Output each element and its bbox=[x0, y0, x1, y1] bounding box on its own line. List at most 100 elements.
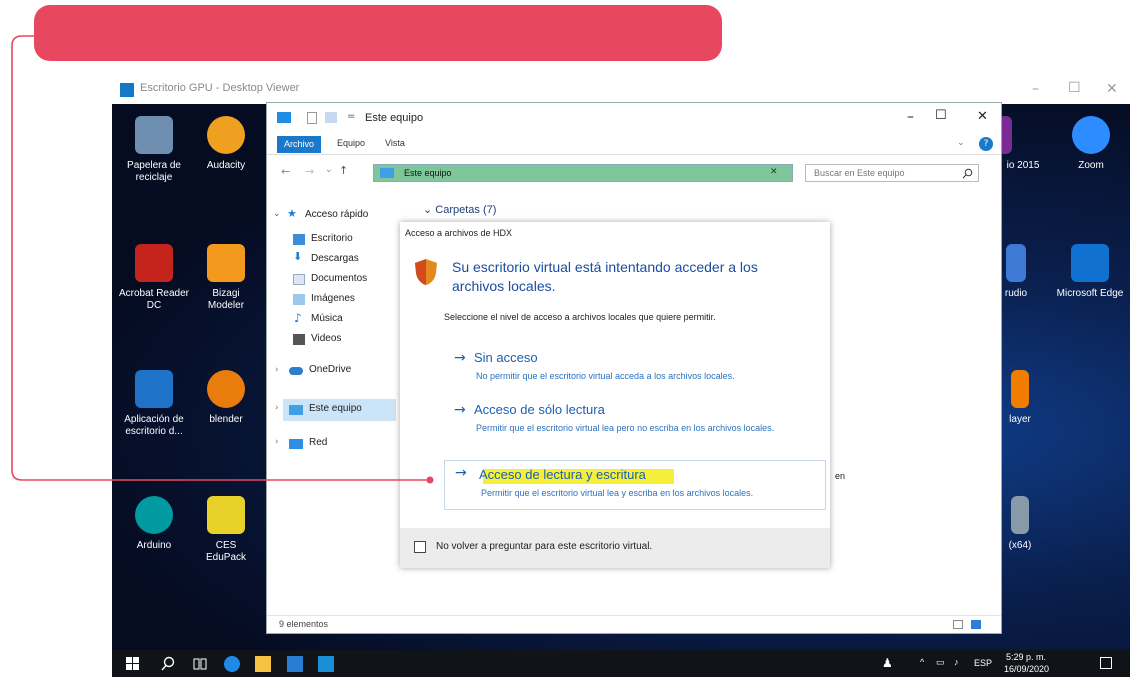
recent-locations-chevron-icon[interactable]: ⌄ bbox=[325, 165, 333, 175]
desktop-icon-aplicacion[interactable]: Aplicación de escritorio d... bbox=[114, 370, 194, 438]
audacity-icon bbox=[207, 116, 245, 154]
expand-chevron-icon[interactable]: › bbox=[275, 403, 279, 413]
nav-imagenes[interactable]: Imágenes bbox=[311, 293, 355, 304]
clock-time[interactable]: 5:29 p. m. bbox=[1006, 652, 1046, 662]
properties-icon[interactable] bbox=[307, 112, 317, 124]
up-arrow-icon[interactable]: ↑ bbox=[339, 164, 348, 177]
nav-escritorio[interactable]: Escritorio bbox=[311, 233, 353, 244]
option-lectura-escritura[interactable]: → Acceso de lectura y escritura Permitir… bbox=[444, 460, 826, 510]
desktop-icon-label: CES EduPack bbox=[205, 540, 247, 563]
option-label: Sin acceso bbox=[474, 350, 538, 365]
nav-musica[interactable]: Música bbox=[311, 313, 343, 324]
file-explorer-taskbar-icon[interactable] bbox=[255, 656, 271, 672]
blender-icon bbox=[207, 370, 245, 408]
desktop-icon-studio[interactable]: rudio bbox=[998, 244, 1034, 300]
desktop-icon-bizagi[interactable]: Bizagi Modeler bbox=[200, 244, 252, 312]
desktop-icon-label: (x64) bbox=[1008, 540, 1032, 551]
taskbar: ♟ ^ ▭ ♪ ESP 5:29 p. m. 16/09/2020 bbox=[112, 650, 1130, 677]
explorer-title-bar: = Este equipo – ☐ ✕ bbox=[267, 103, 1001, 133]
desktop-icon-2015[interactable]: io 2015 bbox=[998, 116, 1048, 172]
store-taskbar-icon[interactable] bbox=[287, 656, 303, 672]
nav-descargas[interactable]: Descargas bbox=[311, 253, 359, 264]
tab-equipo[interactable]: Equipo bbox=[337, 138, 365, 148]
desktop-icon-label: Zoom bbox=[1078, 160, 1104, 171]
chevron-up-icon[interactable]: ^ bbox=[920, 657, 924, 667]
desktop-icon-ces-edupack[interactable]: CES EduPack bbox=[200, 496, 252, 564]
network-icon[interactable]: ▭ bbox=[936, 657, 945, 668]
acrobat-icon bbox=[135, 244, 173, 282]
arrow-right-icon: → bbox=[454, 350, 466, 366]
help-icon[interactable]: ? bbox=[979, 137, 993, 151]
tab-vista[interactable]: Vista bbox=[385, 138, 405, 148]
bizagi-icon bbox=[207, 244, 245, 282]
address-bar[interactable]: Este equipo ✕ bbox=[373, 164, 793, 182]
notifications-icon[interactable] bbox=[1100, 657, 1112, 669]
recycle-bin-icon bbox=[135, 116, 173, 154]
network-icon bbox=[289, 439, 303, 449]
viewer-maximize-button[interactable]: ☐ bbox=[1068, 80, 1081, 96]
nav-documentos[interactable]: Documentos bbox=[311, 273, 367, 284]
new-folder-icon[interactable] bbox=[325, 112, 337, 123]
mail-taskbar-icon[interactable] bbox=[318, 656, 334, 672]
folders-group-header[interactable]: ⌄ Carpetas (7) bbox=[423, 203, 496, 216]
nav-videos[interactable]: Videos bbox=[311, 333, 341, 344]
desktop-folder-icon bbox=[293, 234, 305, 245]
desktop-icon-recycle-bin[interactable]: Papelera de reciclaje bbox=[114, 116, 194, 184]
windows-start-icon[interactable] bbox=[126, 657, 139, 670]
nav-quick-access[interactable]: Acceso rápido bbox=[305, 209, 368, 220]
desktop-icon-label: Audacity bbox=[206, 160, 246, 171]
desktop-icon-acrobat[interactable]: Acrobat Reader DC bbox=[114, 244, 194, 312]
volume-icon[interactable]: ♪ bbox=[954, 657, 959, 667]
arrow-right-icon: → bbox=[454, 402, 466, 418]
explorer-title: Este equipo bbox=[365, 112, 424, 124]
expand-chevron-icon[interactable]: › bbox=[275, 437, 279, 447]
arrow-right-icon: → bbox=[455, 465, 467, 481]
quick-access-toolbar-dropdown-icon[interactable]: = bbox=[347, 111, 355, 122]
tab-archivo[interactable]: Archivo bbox=[277, 136, 321, 153]
nav-red[interactable]: Red bbox=[309, 437, 327, 448]
back-arrow-icon[interactable]: ← bbox=[281, 165, 290, 178]
expand-chevron-icon[interactable]: › bbox=[275, 365, 279, 375]
large-icons-view-icon[interactable] bbox=[971, 620, 981, 629]
desktop-icon-zoom[interactable]: Zoom bbox=[1058, 116, 1124, 172]
explorer-maximize-button[interactable]: ☐ bbox=[935, 108, 947, 123]
desktop-icon-label: layer bbox=[1009, 414, 1031, 425]
ribbon-tabs: Archivo Equipo Vista ⌄ ? bbox=[267, 133, 1001, 155]
people-icon[interactable]: ♟ bbox=[882, 656, 893, 670]
partial-text: en bbox=[835, 471, 846, 481]
folders-group-label: Carpetas (7) bbox=[435, 204, 497, 216]
nav-onedrive[interactable]: OneDrive bbox=[309, 364, 351, 375]
videos-icon bbox=[293, 334, 305, 345]
ribbon-expand-chevron-icon[interactable]: ⌄ bbox=[957, 138, 965, 148]
explorer-close-button[interactable]: ✕ bbox=[977, 109, 988, 124]
language-indicator[interactable]: ESP bbox=[974, 658, 992, 668]
desktop-icon-audacity[interactable]: Audacity bbox=[200, 116, 252, 172]
dont-ask-again-checkbox[interactable] bbox=[414, 541, 426, 553]
explorer-minimize-button[interactable]: – bbox=[907, 109, 914, 125]
nav-este-equipo[interactable]: Este equipo bbox=[309, 403, 362, 414]
desktop-icon-blender[interactable]: blender bbox=[200, 370, 252, 426]
viewer-minimize-button[interactable]: – bbox=[1032, 81, 1039, 97]
search-icon[interactable] bbox=[160, 656, 176, 672]
forward-arrow-icon[interactable]: → bbox=[305, 165, 314, 178]
search-input[interactable]: Buscar en Este equipo bbox=[805, 164, 979, 182]
desktop-icon-arduino[interactable]: Arduino bbox=[114, 496, 194, 552]
desktop-icon-edge[interactable]: Microsoft Edge bbox=[1050, 244, 1130, 300]
music-note-icon: ♪ bbox=[294, 311, 302, 325]
item-count: 9 elementos bbox=[279, 619, 329, 629]
refresh-icon[interactable]: ✕ bbox=[770, 167, 778, 177]
details-view-icon[interactable] bbox=[953, 620, 963, 629]
desktop-icon-player[interactable]: layer bbox=[998, 370, 1042, 426]
viewer-title-bar: Escritorio GPU - Desktop Viewer – ☐ ✕ bbox=[112, 76, 1130, 104]
zoom-icon bbox=[1072, 116, 1110, 154]
clock-date[interactable]: 16/09/2020 bbox=[1004, 664, 1049, 674]
task-view-icon[interactable] bbox=[192, 656, 208, 672]
edge-taskbar-icon[interactable] bbox=[224, 656, 240, 672]
viewer-title: Escritorio GPU - Desktop Viewer bbox=[140, 82, 300, 94]
option-description: Permitir que el escritorio virtual lea p… bbox=[476, 423, 775, 433]
desktop-icon-x64[interactable]: (x64) bbox=[998, 496, 1042, 552]
star-icon: ★ bbox=[287, 207, 297, 220]
downloads-arrow-icon: ⬇ bbox=[293, 250, 303, 263]
expand-chevron-icon[interactable]: ⌄ bbox=[273, 209, 281, 219]
viewer-close-button[interactable]: ✕ bbox=[1106, 81, 1118, 97]
